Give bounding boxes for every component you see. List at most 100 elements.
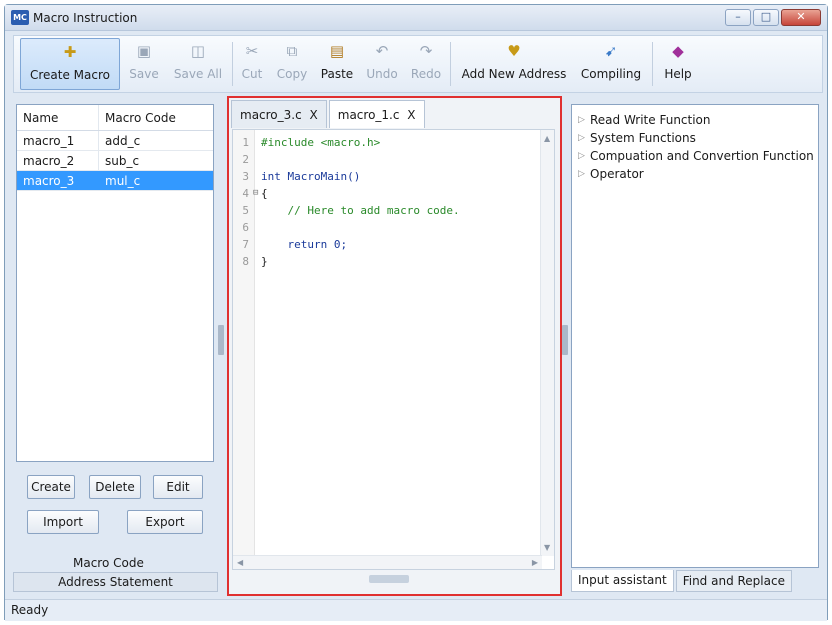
scroll-up-icon[interactable]: ▲ — [544, 134, 550, 143]
tree-item-operator[interactable]: ▷ Operator — [578, 165, 644, 183]
code-text: // Here to add macro code. — [261, 204, 460, 217]
list-item[interactable]: macro_1 add_c — [17, 131, 213, 151]
app-icon: MC — [11, 10, 29, 25]
tab-close-button[interactable]: X — [310, 108, 318, 122]
tab-close-button[interactable]: X — [407, 108, 415, 122]
fold-marker-icon[interactable] — [253, 134, 261, 151]
macro-name: macro_2 — [17, 151, 99, 170]
toolbar-separator — [232, 42, 233, 86]
editor-tabs: macro_3.c X macro_1.c X — [231, 100, 427, 128]
status-bar: Ready — [5, 599, 827, 621]
code-text: return 0; — [261, 238, 348, 251]
code-line: 8} — [233, 253, 268, 270]
expand-arrow-icon[interactable]: ▷ — [578, 129, 590, 147]
add-new-address-button[interactable]: ♥ Add New Address — [456, 38, 572, 90]
scissors-icon: ✂ — [245, 42, 259, 60]
help-button[interactable]: ◆ Help — [658, 38, 698, 90]
undo-button[interactable]: ↶ Undo — [362, 38, 402, 90]
code-line: 1 #include <macro.h> — [233, 134, 380, 151]
macro-list-header: Name Macro Code — [17, 105, 213, 131]
window-title: Macro Instruction — [33, 11, 138, 25]
column-header-name[interactable]: Name — [17, 105, 99, 130]
redo-icon: ↷ — [419, 42, 433, 60]
code-line: 3 int MacroMain() — [233, 168, 360, 185]
scroll-right-icon[interactable]: ▶ — [532, 558, 538, 567]
toolbar-separator — [450, 42, 451, 86]
clipboard-icon: ▤ — [329, 42, 345, 60]
fold-marker-icon[interactable] — [253, 168, 261, 185]
code-line: 2 — [233, 151, 261, 168]
maximize-button[interactable]: □ — [753, 9, 779, 26]
copy-icon: ⧉ — [286, 42, 298, 60]
paste-button[interactable]: ▤ Paste — [316, 38, 358, 90]
horizontal-scrollbar[interactable]: ◀ ▶ — [233, 555, 542, 569]
line-number: 1 — [242, 136, 249, 149]
tree-item-system-functions[interactable]: ▷ System Functions — [578, 129, 696, 147]
expand-arrow-icon[interactable]: ▷ — [578, 111, 590, 129]
macro-code: mul_c — [105, 174, 141, 188]
list-item[interactable]: macro_2 sub_c — [17, 151, 213, 171]
fold-marker-icon[interactable] — [253, 151, 261, 168]
line-number: 2 — [242, 153, 249, 166]
code-line: 6 — [233, 219, 261, 236]
code-text-area[interactable]: 1 #include <macro.h> 2 3 int MacroMain() 4 ⊟{5… — [232, 129, 555, 570]
address-book-icon: ♥ — [507, 42, 521, 60]
tab-label: macro_3.c — [240, 108, 302, 122]
left-splitter-handle[interactable] — [218, 325, 224, 355]
assistant-tabs: Input assistant Find and Replace — [571, 570, 794, 592]
code-editor-panel: macro_3.c X macro_1.c X 1 #include <macro… — [227, 96, 562, 596]
new-document-icon: ✚ — [63, 43, 77, 61]
edit-button[interactable]: Edit — [153, 475, 203, 499]
macro-name: macro_3 — [17, 171, 99, 190]
list-item-selected[interactable]: macro_3 mul_c — [17, 171, 213, 191]
macro-instruction-window: MC Macro Instruction – □ ✕ ✚ Create Macr… — [4, 4, 828, 621]
macro-code-label: Macro Code — [73, 556, 144, 570]
import-button[interactable]: Import — [27, 510, 99, 534]
code-line: 5 // Here to add macro code. — [233, 202, 460, 219]
tab-input-assistant[interactable]: Input assistant — [571, 570, 674, 592]
tab-find-and-replace[interactable]: Find and Replace — [675, 570, 792, 592]
delete-button[interactable]: Delete — [89, 475, 141, 499]
code-text: { — [261, 187, 268, 200]
line-number: 4 — [242, 187, 249, 200]
compile-icon: ➹ — [604, 42, 618, 60]
code-text: int MacroMain() — [261, 170, 361, 183]
line-number: 5 — [242, 204, 249, 217]
tab-macro-3[interactable]: macro_3.c X — [231, 100, 327, 128]
save-all-button[interactable]: ◫ Save All — [170, 38, 226, 90]
fold-marker-icon[interactable] — [253, 219, 261, 236]
export-button[interactable]: Export — [127, 510, 203, 534]
macro-list-panel: Name Macro Code macro_1 add_c macro_2 su… — [13, 100, 218, 593]
macro-code: add_c — [105, 134, 141, 148]
fold-marker-icon[interactable] — [253, 236, 261, 253]
column-header-macro-code[interactable]: Macro Code — [99, 105, 213, 130]
undo-icon: ↶ — [375, 42, 389, 60]
compiling-button[interactable]: ➹ Compiling — [576, 38, 646, 90]
minimize-button[interactable]: – — [725, 9, 751, 26]
fold-marker-icon[interactable]: ⊟ — [253, 185, 261, 202]
tree-item-read-write[interactable]: ▷ Read Write Function — [578, 111, 711, 129]
save-all-icon: ◫ — [190, 42, 206, 60]
copy-button[interactable]: ⧉ Copy — [272, 38, 312, 90]
redo-button[interactable]: ↷ Redo — [406, 38, 446, 90]
save-button[interactable]: ▣ Save — [124, 38, 164, 90]
expand-arrow-icon[interactable]: ▷ — [578, 147, 590, 165]
create-button[interactable]: Create — [27, 475, 75, 499]
create-macro-button[interactable]: ✚ Create Macro — [20, 38, 120, 90]
scroll-left-icon[interactable]: ◀ — [237, 558, 243, 567]
tree-item-computation[interactable]: ▷ Compuation and Convertion Function — [578, 147, 814, 165]
code-text: } — [261, 255, 268, 268]
scroll-down-icon[interactable]: ▼ — [544, 543, 550, 552]
toolbar-separator — [652, 42, 653, 86]
cut-button[interactable]: ✂ Cut — [236, 38, 268, 90]
tab-macro-1[interactable]: macro_1.c X — [328, 100, 425, 128]
fold-marker-icon[interactable] — [253, 253, 261, 270]
address-statement-tab[interactable]: Address Statement — [13, 572, 218, 592]
close-button[interactable]: ✕ — [781, 9, 821, 26]
fold-marker-icon[interactable] — [253, 202, 261, 219]
assistant-panel: ▷ Read Write Function ▷ System Functions… — [568, 100, 822, 593]
expand-arrow-icon[interactable]: ▷ — [578, 165, 590, 183]
code-line: 4 ⊟{ — [233, 185, 268, 202]
vertical-scrollbar[interactable]: ▲ ▼ — [540, 130, 554, 556]
bottom-splitter-handle[interactable] — [369, 575, 409, 583]
